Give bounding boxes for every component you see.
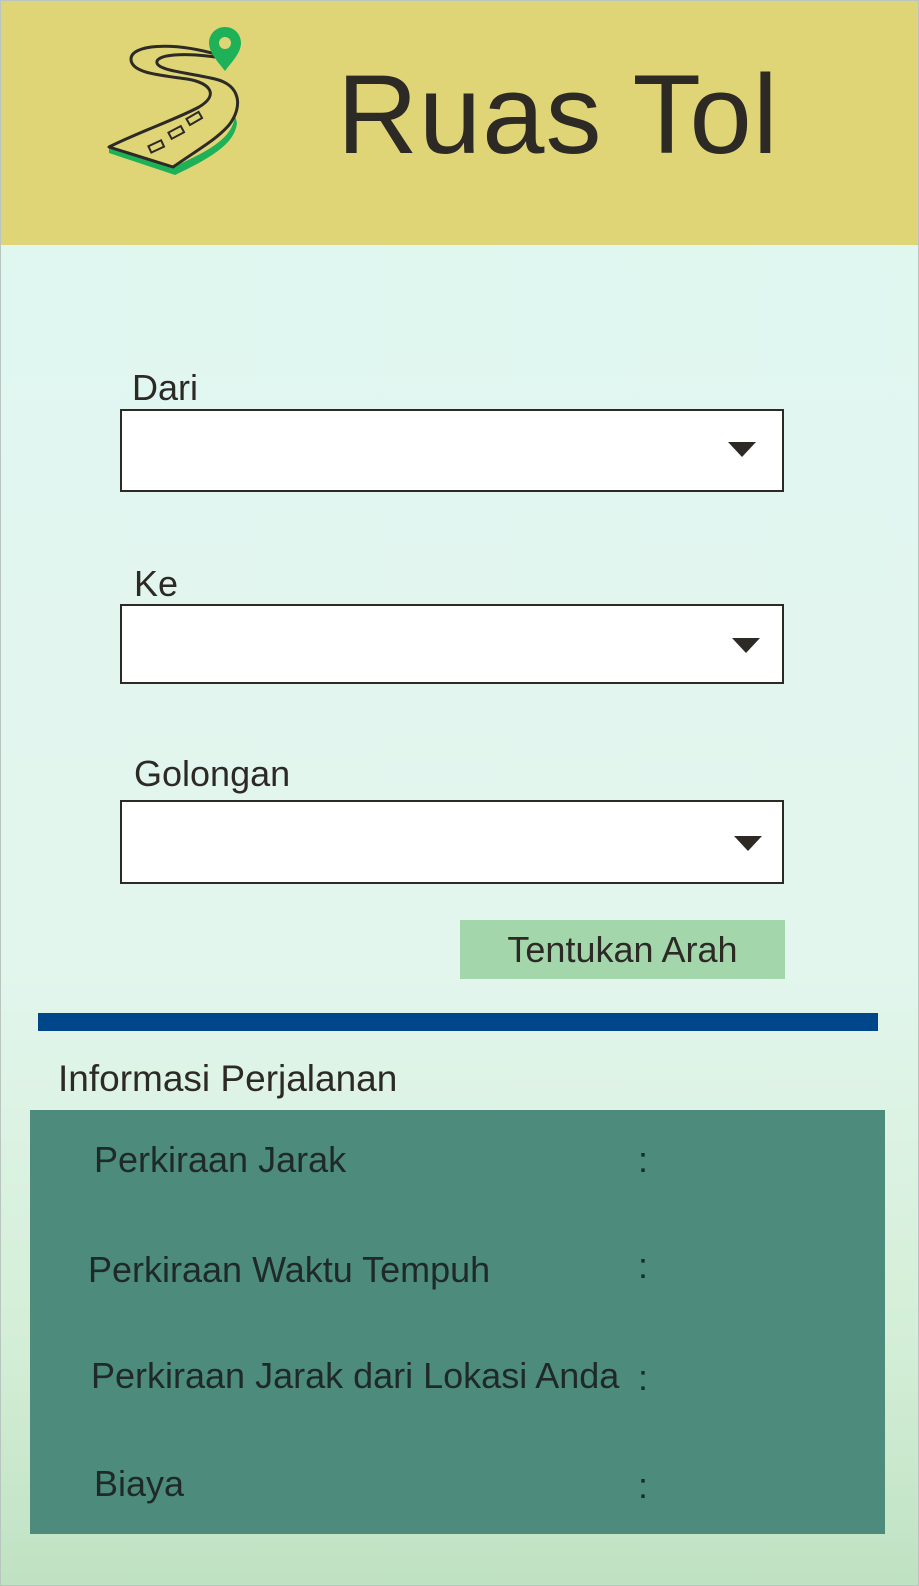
to-select[interactable] bbox=[120, 604, 784, 684]
class-label: Golongan bbox=[134, 753, 291, 794]
trip-info-panel: Perkiraan Jarak : Perkiraan Waktu Tempuh… bbox=[30, 1110, 885, 1534]
determine-route-button[interactable]: Tentukan Arah bbox=[460, 920, 785, 979]
app-title: Ruas Tol bbox=[337, 52, 779, 177]
info-row-label: Biaya bbox=[94, 1463, 185, 1504]
from-select[interactable] bbox=[120, 409, 784, 492]
class-select[interactable] bbox=[120, 800, 784, 884]
chevron-down-icon bbox=[734, 836, 762, 851]
chevron-down-icon bbox=[728, 442, 756, 457]
trip-info-title: Informasi Perjalanan bbox=[58, 1058, 398, 1099]
from-label: Dari bbox=[132, 367, 199, 408]
to-label: Ke bbox=[134, 563, 179, 604]
info-row-separator: : bbox=[638, 1357, 649, 1398]
info-row-label: Perkiraan Waktu Tempuh bbox=[88, 1249, 491, 1290]
info-row-separator: : bbox=[638, 1245, 649, 1286]
info-row-separator: : bbox=[638, 1139, 649, 1180]
info-row-label: Perkiraan Jarak bbox=[94, 1139, 347, 1180]
info-row-separator: : bbox=[638, 1465, 649, 1506]
section-divider bbox=[38, 1013, 878, 1031]
winding-road-location-pin-icon bbox=[107, 27, 241, 175]
info-row-label: Perkiraan Jarak dari Lokasi Anda bbox=[91, 1355, 620, 1396]
chevron-down-icon bbox=[732, 638, 760, 653]
app-header: Ruas Tol bbox=[1, 1, 918, 245]
